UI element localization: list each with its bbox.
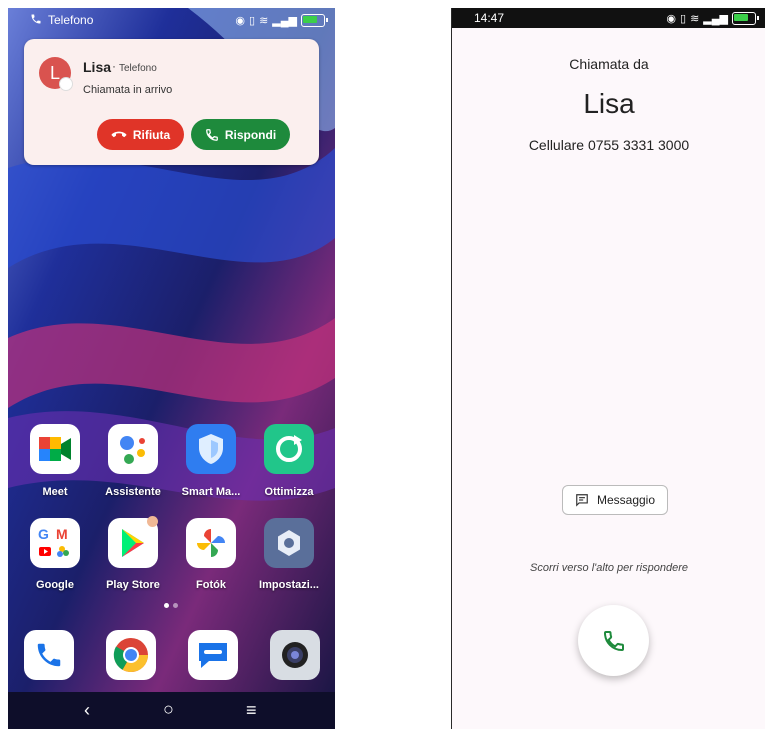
app-label-meet: Meet xyxy=(42,486,68,498)
message-button-label: Messaggio xyxy=(596,493,656,507)
app-photos[interactable] xyxy=(186,518,236,568)
google-folder-icon: G M xyxy=(38,526,69,557)
hang-up-icon xyxy=(111,131,127,137)
status-app-label: Telefono xyxy=(48,13,94,27)
refresh-icon xyxy=(276,435,302,462)
dock-camera[interactable] xyxy=(270,630,320,680)
notification-caller: Lisa xyxy=(83,59,112,75)
status-icons: ◉ ▯ ≋ ▂▄▆ xyxy=(666,10,759,26)
nfc-icon: ◉ xyxy=(235,14,245,27)
app-smart-manager[interactable] xyxy=(186,424,236,474)
answer-call-button[interactable] xyxy=(578,605,649,676)
shield-icon xyxy=(199,434,223,464)
svg-text:M: M xyxy=(56,526,68,542)
phone-icon xyxy=(205,128,218,141)
status-bar: 14:47 ◉ ▯ ≋ ▂▄▆ xyxy=(452,8,765,28)
signal-icon: ▂▄▆ xyxy=(272,14,297,27)
wifi-icon: ≋ xyxy=(259,14,269,27)
back-icon[interactable]: ‹ xyxy=(84,700,90,721)
incoming-label: Chiamata da xyxy=(569,56,649,72)
home-icon[interactable]: ○ xyxy=(163,699,174,720)
app-google-folder[interactable]: G M xyxy=(30,518,80,568)
message-icon xyxy=(576,494,588,507)
app-assistant[interactable] xyxy=(108,424,158,474)
signal-icon: ▂▄▆ xyxy=(703,12,728,25)
answer-button[interactable]: Rispondi xyxy=(191,119,290,150)
notification-dot xyxy=(147,516,158,527)
app-label-photos: Fotók xyxy=(196,579,226,591)
app-label-smart-manager: Smart Ma... xyxy=(181,486,241,498)
battery-icon xyxy=(301,13,328,27)
navigation-bar: ‹ ○ ≡ xyxy=(8,692,335,729)
vibrate-icon: ▯ xyxy=(249,14,256,27)
home-screen: Telefono ◉ ▯ ≋ ▂▄▆ L Lisa · Telefono Chi… xyxy=(8,8,335,729)
notification-message: Chiamata in arrivo xyxy=(83,84,173,96)
assistant-icon xyxy=(120,436,145,464)
app-settings[interactable] xyxy=(264,518,314,568)
camera-icon xyxy=(282,642,308,668)
svg-text:G: G xyxy=(38,526,49,542)
phone-icon xyxy=(31,14,41,24)
app-label-optimize: Ottimizza xyxy=(264,486,314,498)
phone-icon xyxy=(37,643,61,667)
status-time: 14:47 xyxy=(474,11,505,25)
message-button[interactable]: Messaggio xyxy=(562,485,668,515)
app-label-play-store: Play Store xyxy=(106,579,160,591)
caller-number: Cellulare 0755 3331 3000 xyxy=(528,137,690,153)
notification-app: Telefono xyxy=(119,63,157,74)
app-label-settings: Impostazi... xyxy=(259,579,319,591)
page-indicator xyxy=(164,603,178,608)
app-meet[interactable] xyxy=(30,424,80,474)
messages-icon xyxy=(199,643,227,668)
recents-icon[interactable]: ≡ xyxy=(246,700,257,721)
battery-icon xyxy=(732,11,759,25)
phone-icon xyxy=(603,630,624,651)
incoming-call-screen: 14:47 ◉ ▯ ≋ ▂▄▆ Chiamata da Lisa Cellula… xyxy=(451,8,765,729)
app-label-assistant: Assistente xyxy=(105,486,161,498)
caller-name: Lisa xyxy=(583,88,635,119)
answer-label: Rispondi xyxy=(224,127,277,142)
vibrate-icon: ▯ xyxy=(680,12,687,25)
avatar-letter: L xyxy=(49,62,60,83)
notification-separator: · xyxy=(112,59,116,73)
dock-chrome[interactable] xyxy=(106,630,156,680)
caller-avatar: L xyxy=(39,57,73,91)
pinwheel-icon xyxy=(197,529,225,557)
dock-phone[interactable] xyxy=(24,630,74,680)
status-icons: ◉ ▯ ≋ ▂▄▆ xyxy=(235,12,328,28)
dock-messages[interactable] xyxy=(188,630,238,680)
decline-label: Rifiuta xyxy=(132,127,171,142)
status-bar: Telefono ◉ ▯ ≋ ▂▄▆ xyxy=(8,8,335,32)
wifi-icon: ≋ xyxy=(690,12,700,25)
incoming-call-notification[interactable]: L Lisa · Telefono Chiamata in arrivo Rif… xyxy=(24,39,319,165)
app-optimize[interactable] xyxy=(264,424,314,474)
swipe-hint: Scorri verso l'alto per rispondere xyxy=(529,562,688,574)
play-store-icon xyxy=(122,529,144,557)
nfc-icon: ◉ xyxy=(666,12,676,25)
meet-icon xyxy=(39,437,71,461)
gear-icon xyxy=(278,530,300,556)
app-label-google: Google xyxy=(36,579,74,591)
phone-badge-icon xyxy=(59,77,73,91)
chrome-icon xyxy=(113,638,148,672)
decline-button[interactable]: Rifiuta xyxy=(97,119,184,150)
